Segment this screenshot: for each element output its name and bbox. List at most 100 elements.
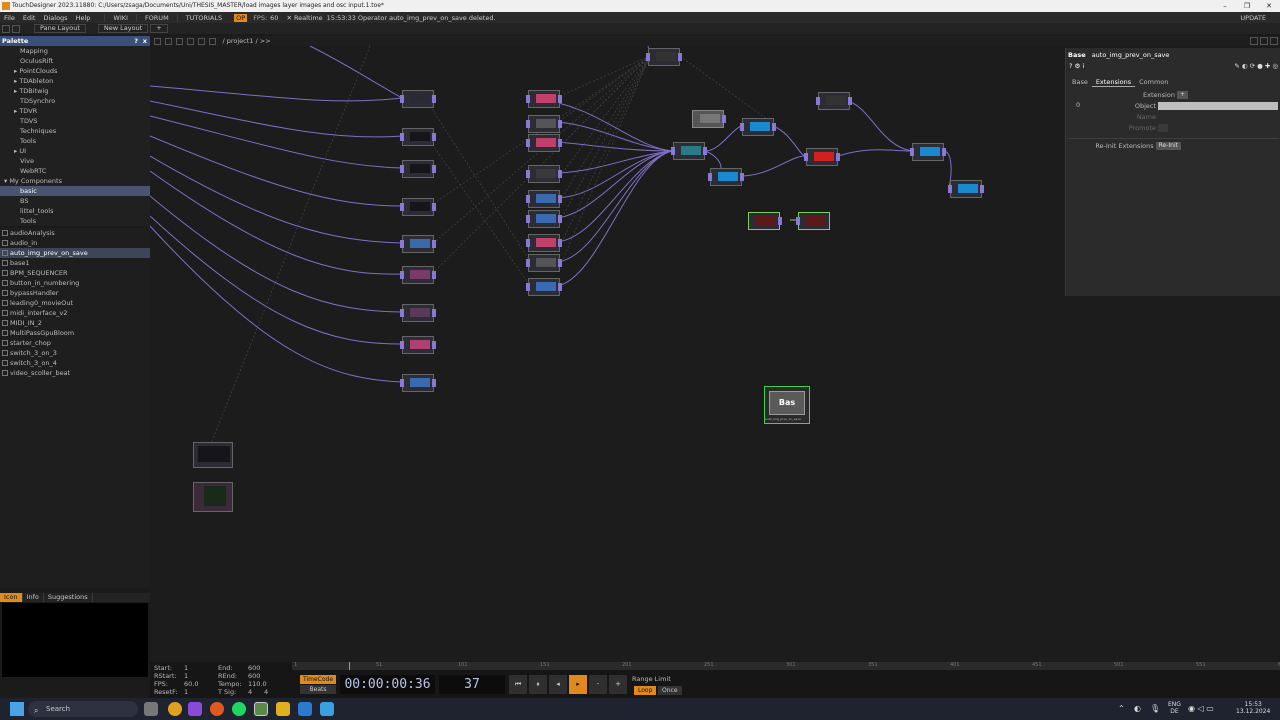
menu-edit[interactable]: Edit: [19, 14, 40, 22]
palette-item[interactable]: TDVS: [0, 116, 150, 126]
network-path[interactable]: / project1 / >>: [222, 37, 270, 45]
top-node[interactable]: [671, 142, 707, 160]
node-output[interactable]: [432, 271, 436, 279]
node-input[interactable]: [400, 240, 404, 248]
node-input[interactable]: [526, 139, 530, 147]
node-input[interactable]: [708, 173, 712, 181]
node-input[interactable]: [910, 148, 914, 156]
tab-base[interactable]: Base: [1068, 78, 1092, 87]
rewind-button[interactable]: ⏮: [509, 675, 527, 694]
node-input[interactable]: [804, 153, 808, 161]
tutorials-button[interactable]: TUTORIALS: [176, 13, 230, 22]
tray-app-icon[interactable]: ◐: [1134, 701, 1141, 717]
node-input[interactable]: [400, 165, 404, 173]
node-input[interactable]: [400, 271, 404, 279]
base-comp-node[interactable]: Bas auto_img_prev_on_save: [764, 386, 810, 424]
node-output[interactable]: [778, 217, 782, 225]
component-list-item[interactable]: auto_img_prev_on_save: [0, 248, 150, 258]
node-output[interactable]: [432, 165, 436, 173]
tsig-a[interactable]: 4: [248, 688, 252, 696]
up-icon[interactable]: [209, 37, 217, 45]
node-input[interactable]: [400, 341, 404, 349]
node-input[interactable]: [646, 53, 650, 61]
node-output[interactable]: [432, 203, 436, 211]
node-input[interactable]: [526, 259, 530, 267]
top-node[interactable]: [400, 160, 436, 178]
start-value[interactable]: 1: [184, 664, 188, 672]
component-list-item[interactable]: leading0_movieOut: [0, 298, 150, 308]
chrome-icon[interactable]: [168, 702, 182, 716]
minus-button[interactable]: -: [589, 675, 607, 694]
palette-item[interactable]: littel_tools: [0, 206, 150, 216]
timecode-display[interactable]: 00:00:00:36: [340, 675, 435, 694]
promote-toggle[interactable]: [1158, 123, 1168, 132]
component-list-item[interactable]: switch_3_on_4: [0, 358, 150, 368]
node-output[interactable]: [722, 115, 726, 123]
palette-item[interactable]: Mapping: [0, 46, 150, 56]
top-node[interactable]: [400, 266, 436, 284]
pane-layout-button[interactable]: Pane Layout: [34, 24, 86, 33]
frame-display[interactable]: 37: [439, 675, 505, 694]
palette-item[interactable]: BS: [0, 196, 150, 206]
minimize-button[interactable]: –: [1214, 0, 1236, 12]
home-icon[interactable]: [154, 37, 161, 45]
add-extension-button[interactable]: +: [1176, 90, 1188, 99]
top-node[interactable]: [804, 148, 840, 166]
realtime-toggle[interactable]: ✕ Realtime: [286, 14, 322, 22]
param-help-icon[interactable]: ? ⚙ i: [1069, 62, 1084, 70]
pane-link-icon[interactable]: [12, 24, 20, 33]
component-list-item[interactable]: base1: [0, 258, 150, 268]
top-node[interactable]: [400, 128, 436, 146]
node-output[interactable]: [432, 309, 436, 317]
add-layout-button[interactable]: +: [150, 24, 168, 33]
chop-node[interactable]: [748, 212, 782, 230]
palette-item[interactable]: Techniques: [0, 126, 150, 136]
top-node[interactable]: [708, 168, 744, 186]
once-button[interactable]: Once: [658, 686, 682, 695]
component-list-item[interactable]: bypassHandler: [0, 288, 150, 298]
dat-node[interactable]: [692, 110, 726, 128]
palette-item[interactable]: Tools: [0, 216, 150, 226]
component-list-item[interactable]: audioAnalysis: [0, 228, 150, 238]
rstart-value[interactable]: 1: [184, 672, 188, 680]
node-input[interactable]: [526, 239, 530, 247]
palette-item[interactable]: ▸ PointClouds: [0, 66, 150, 76]
top-node[interactable]: [526, 278, 562, 296]
component-list-item[interactable]: audio_in: [0, 238, 150, 248]
top-node[interactable]: [400, 304, 436, 322]
palette-item[interactable]: ▸ TDAbleton: [0, 76, 150, 86]
param-tool-icons[interactable]: ✎ ◐ ⟳ ● ✚ ◎: [1234, 62, 1278, 70]
node-output[interactable]: [432, 341, 436, 349]
component-list-item[interactable]: midi_interface_v2: [0, 308, 150, 318]
top-node[interactable]: [400, 336, 436, 354]
node-output[interactable]: [432, 240, 436, 248]
top-node[interactable]: [526, 90, 562, 108]
top-node[interactable]: [910, 143, 946, 161]
taskbar-search[interactable]: ⌕ Search: [28, 701, 138, 717]
task-view-icon[interactable]: [144, 702, 158, 716]
node-input[interactable]: [400, 379, 404, 387]
loop-button[interactable]: Loop: [634, 686, 657, 695]
node-output[interactable]: [740, 173, 744, 181]
node-output[interactable]: [558, 95, 562, 103]
top-node[interactable]: [526, 254, 562, 272]
node-output[interactable]: [836, 153, 840, 161]
pane-option-icon[interactable]: [1250, 37, 1258, 45]
timecode-button[interactable]: TimeCode: [300, 675, 336, 684]
pane-split-icon[interactable]: [2, 24, 10, 33]
palette-item[interactable]: ▾ My Components: [0, 176, 150, 186]
node-input[interactable]: [400, 95, 404, 103]
top-node[interactable]: [400, 90, 436, 108]
palette-item[interactable]: OculusRift: [0, 56, 150, 66]
op-badge[interactable]: OP: [234, 13, 248, 22]
pause-button[interactable]: ⏸: [529, 675, 547, 694]
end-value[interactable]: 600: [248, 664, 260, 672]
windows-start-icon[interactable]: [10, 702, 24, 716]
tab-suggestions[interactable]: Suggestions: [44, 593, 93, 602]
wiki-button[interactable]: WIKI: [104, 13, 136, 22]
palette-item[interactable]: TDSynchro: [0, 96, 150, 106]
node-input[interactable]: [796, 217, 800, 225]
bookmark-icon[interactable]: [198, 37, 206, 45]
rend-value[interactable]: 600: [248, 672, 260, 680]
top-node[interactable]: [526, 115, 562, 133]
